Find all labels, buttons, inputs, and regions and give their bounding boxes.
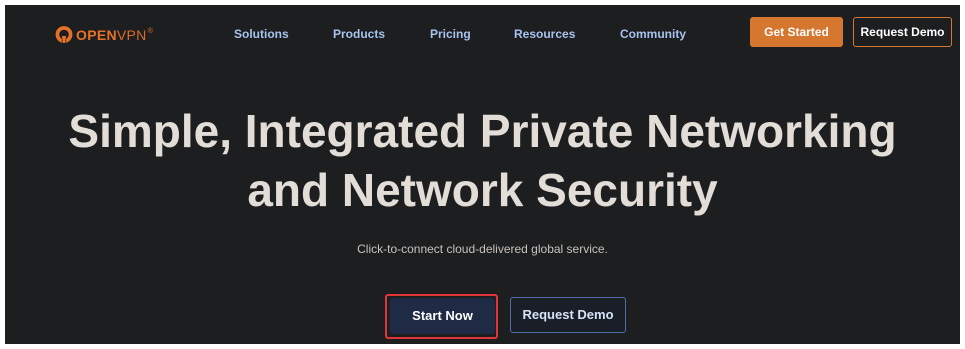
- nav-link-community[interactable]: Community: [620, 27, 686, 41]
- request-demo-hero-button[interactable]: Request Demo: [510, 297, 626, 333]
- page-frame: OPEN VPN ® Solutions Products Pricing Re…: [5, 5, 960, 344]
- nav-link-resources[interactable]: Resources: [514, 27, 575, 41]
- nav-link-products[interactable]: Products: [333, 27, 385, 41]
- nav-link-pricing[interactable]: Pricing: [430, 27, 471, 41]
- openvpn-logo-icon: [55, 26, 73, 44]
- openvpn-logo[interactable]: OPEN VPN ®: [55, 25, 153, 45]
- logo-text-vpn: VPN: [116, 27, 147, 43]
- nav-link-solutions[interactable]: Solutions: [234, 27, 289, 41]
- logo-text-open: OPEN: [76, 27, 117, 43]
- start-now-button[interactable]: Start Now: [390, 298, 495, 334]
- top-navigation: OPEN VPN ® Solutions Products Pricing Re…: [5, 5, 960, 65]
- request-demo-header-button[interactable]: Request Demo: [853, 17, 952, 47]
- hero-title-line-2: and Network Security: [247, 164, 718, 216]
- hero-subtitle: Click-to-connect cloud-delivered global …: [357, 242, 608, 256]
- logo-registered-mark: ®: [147, 27, 153, 35]
- hero-title-line-1: Simple, Integrated Private Networking: [68, 105, 897, 157]
- get-started-button[interactable]: Get Started: [750, 17, 843, 47]
